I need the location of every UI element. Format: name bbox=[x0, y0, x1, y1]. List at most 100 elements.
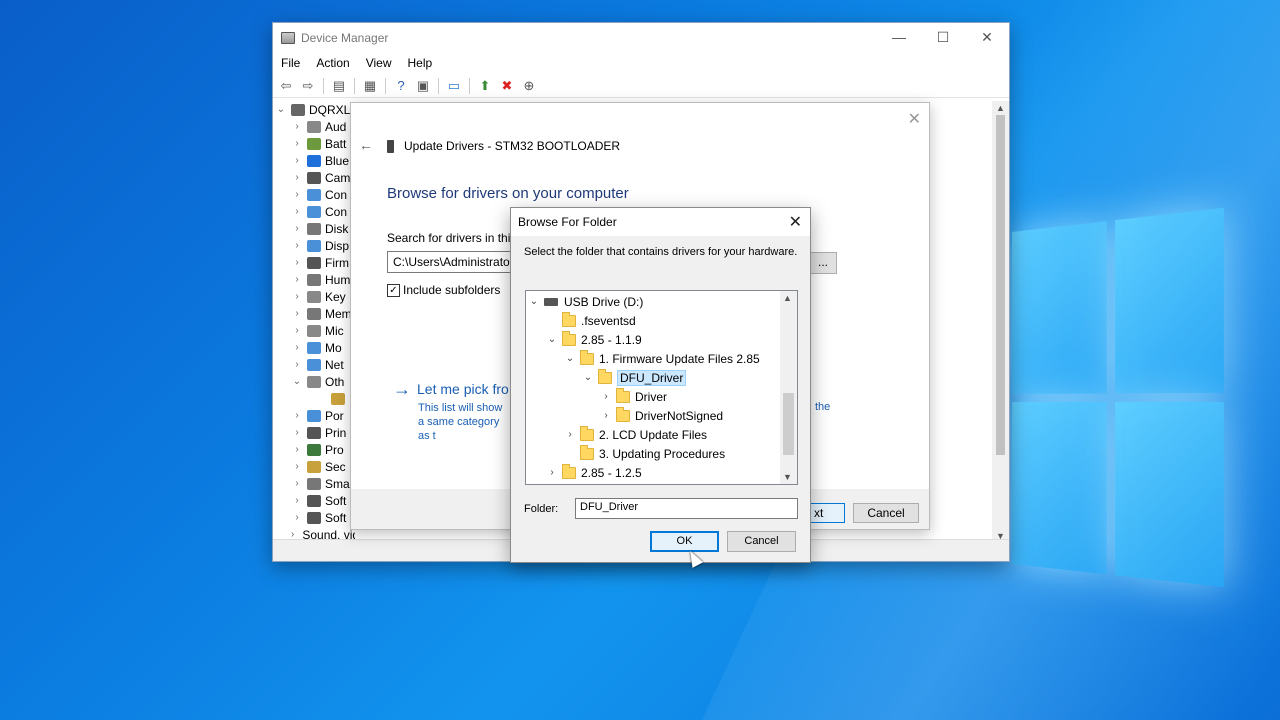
expand-chevron-icon[interactable]: › bbox=[291, 291, 303, 302]
tree-item[interactable]: › Sma bbox=[275, 475, 355, 492]
ok-button[interactable]: OK bbox=[650, 531, 719, 552]
include-subfolders-checkbox[interactable]: ✓ bbox=[387, 283, 400, 297]
chevron-icon[interactable]: › bbox=[600, 391, 612, 402]
chevron-icon[interactable]: ⌄ bbox=[564, 353, 576, 364]
expand-chevron-icon[interactable]: › bbox=[291, 410, 303, 421]
tree-item[interactable]: › Mem bbox=[275, 305, 355, 322]
tree-item[interactable]: › Con bbox=[275, 186, 355, 203]
driver-path-input[interactable]: C:\Users\Administrator bbox=[387, 251, 513, 273]
folder-tree-node[interactable]: ⌄ DFU_Driver bbox=[582, 368, 687, 387]
chevron-icon[interactable]: ⌄ bbox=[582, 372, 594, 383]
back-arrow-icon[interactable]: ← bbox=[359, 137, 373, 153]
tree-root[interactable]: ⌄ DQRXL bbox=[275, 101, 355, 118]
expand-chevron-icon[interactable]: › bbox=[291, 155, 303, 166]
menu-help[interactable]: Help bbox=[400, 53, 441, 73]
folder-tree-node[interactable]: ⌄ USB Drive (D:) bbox=[528, 292, 644, 311]
expand-chevron-icon[interactable]: › bbox=[291, 512, 303, 523]
expand-chevron-icon[interactable]: › bbox=[291, 189, 303, 200]
tree-item[interactable]: › Blue bbox=[275, 152, 355, 169]
tree-item[interactable]: › Disp bbox=[275, 237, 355, 254]
tree-item[interactable]: › Por bbox=[275, 407, 355, 424]
maximize-icon[interactable]: ☐ bbox=[921, 23, 965, 51]
expand-chevron-icon[interactable]: › bbox=[291, 308, 303, 319]
properties-icon[interactable]: ▤ bbox=[330, 77, 348, 95]
tree-item[interactable]: › Soft bbox=[275, 492, 355, 509]
folder-tree-node[interactable]: .fseventsd bbox=[546, 311, 636, 330]
tree-item[interactable]: › Key bbox=[275, 288, 355, 305]
expand-chevron-icon[interactable]: › bbox=[291, 359, 303, 370]
folder-tree-node[interactable]: › Driver bbox=[600, 387, 667, 406]
dialog-close-icon[interactable]: ✕ bbox=[789, 212, 802, 232]
chevron-icon[interactable]: ⌄ bbox=[546, 334, 558, 345]
scroll-up-icon[interactable]: ▲ bbox=[783, 293, 792, 303]
tree-item[interactable]: › Aud bbox=[275, 118, 355, 135]
expand-chevron-icon[interactable]: › bbox=[291, 138, 303, 149]
tree-item[interactable]: › Sound, video and game controllers bbox=[275, 526, 355, 540]
forward-arrow-icon[interactable]: ⇨ bbox=[299, 77, 317, 95]
folder-tree-node[interactable]: › 2.85 - 1.2.5 bbox=[546, 463, 642, 482]
folder-tree-scrollbar[interactable]: ▲ ▼ bbox=[780, 291, 797, 484]
folder-tree-node[interactable]: 3. Updating Procedures bbox=[564, 444, 725, 463]
tree-item[interactable]: › Net bbox=[275, 356, 355, 373]
scroll-down-icon[interactable]: ▼ bbox=[783, 472, 792, 482]
expand-chevron-icon[interactable]: ⌄ bbox=[275, 104, 287, 115]
folder-tree-node[interactable]: ⌄ 2.85 - 1.1.9 bbox=[546, 330, 642, 349]
expand-chevron-icon[interactable]: ⌄ bbox=[291, 376, 303, 387]
menu-view[interactable]: View bbox=[358, 53, 400, 73]
expand-chevron-icon[interactable]: › bbox=[291, 274, 303, 285]
uninstall-icon[interactable]: ✖ bbox=[498, 77, 516, 95]
download-icon[interactable]: ⊕ bbox=[520, 77, 538, 95]
monitor-icon[interactable]: ▭ bbox=[445, 77, 463, 95]
update-driver-icon[interactable]: ⬆ bbox=[476, 77, 494, 95]
tree-item[interactable] bbox=[275, 390, 355, 407]
minimize-icon[interactable]: — bbox=[877, 23, 921, 51]
folder-tree-node[interactable]: › DriverNotSigned bbox=[600, 406, 723, 425]
tree-item[interactable]: › Disk bbox=[275, 220, 355, 237]
tree-item[interactable]: › Batt bbox=[275, 135, 355, 152]
device-tree-scrollbar[interactable]: ▲ ▼ bbox=[992, 101, 1009, 541]
expand-chevron-icon[interactable]: › bbox=[291, 121, 303, 132]
cancel-button[interactable]: Cancel bbox=[727, 531, 796, 552]
expand-chevron-icon[interactable]: › bbox=[291, 257, 303, 268]
tree-item[interactable]: › Sec bbox=[275, 458, 355, 475]
expand-chevron-icon[interactable]: › bbox=[291, 529, 294, 539]
tree-item[interactable]: › Mic bbox=[275, 322, 355, 339]
next-button[interactable]: xt bbox=[809, 503, 845, 523]
chevron-icon[interactable]: › bbox=[546, 467, 558, 478]
menu-action[interactable]: Action bbox=[308, 53, 357, 73]
expand-chevron-icon[interactable]: › bbox=[291, 325, 303, 336]
expand-chevron-icon[interactable]: › bbox=[291, 240, 303, 251]
pick-from-list-link[interactable]: Let me pick fro bbox=[417, 381, 509, 397]
expand-chevron-icon[interactable]: › bbox=[291, 444, 303, 455]
back-arrow-icon[interactable]: ⇦ bbox=[277, 77, 295, 95]
expand-chevron-icon[interactable]: › bbox=[291, 342, 303, 353]
expand-chevron-icon[interactable]: › bbox=[291, 478, 303, 489]
wizard-cancel-button[interactable]: Cancel bbox=[853, 503, 919, 523]
expand-chevron-icon[interactable]: › bbox=[291, 223, 303, 234]
tree-item[interactable]: › Cam bbox=[275, 169, 355, 186]
expand-chevron-icon[interactable]: › bbox=[291, 172, 303, 183]
tree-item[interactable]: › Pro bbox=[275, 441, 355, 458]
tree-item[interactable]: › Mo bbox=[275, 339, 355, 356]
expand-chevron-icon[interactable]: › bbox=[291, 461, 303, 472]
expand-chevron-icon[interactable]: › bbox=[291, 206, 303, 217]
browse-button[interactable]: ... bbox=[809, 252, 837, 274]
folder-tree-node[interactable]: › 2. LCD Update Files bbox=[564, 425, 707, 444]
tree-item[interactable]: › Con bbox=[275, 203, 355, 220]
expand-chevron-icon[interactable]: › bbox=[291, 495, 303, 506]
expand-chevron-icon[interactable]: › bbox=[291, 427, 303, 438]
tree-item[interactable]: ⌄ Oth bbox=[275, 373, 355, 390]
tree-item[interactable]: › Soft bbox=[275, 509, 355, 526]
chevron-icon[interactable]: ⌄ bbox=[528, 296, 540, 307]
tree-item[interactable]: › Hum bbox=[275, 271, 355, 288]
menu-file[interactable]: File bbox=[273, 53, 308, 73]
chevron-icon[interactable]: › bbox=[600, 410, 612, 421]
chevron-icon[interactable]: › bbox=[564, 429, 576, 440]
folder-input[interactable]: DFU_Driver bbox=[575, 498, 798, 519]
list-icon[interactable]: ▦ bbox=[361, 77, 379, 95]
wizard-close-icon[interactable]: ✕ bbox=[908, 109, 921, 129]
close-icon[interactable]: ✕ bbox=[965, 23, 1009, 51]
help-icon[interactable]: ? bbox=[392, 77, 410, 95]
folder-tree-node[interactable]: ⌄ 1. Firmware Update Files 2.85 bbox=[564, 349, 760, 368]
view-icon[interactable]: ▣ bbox=[414, 77, 432, 95]
